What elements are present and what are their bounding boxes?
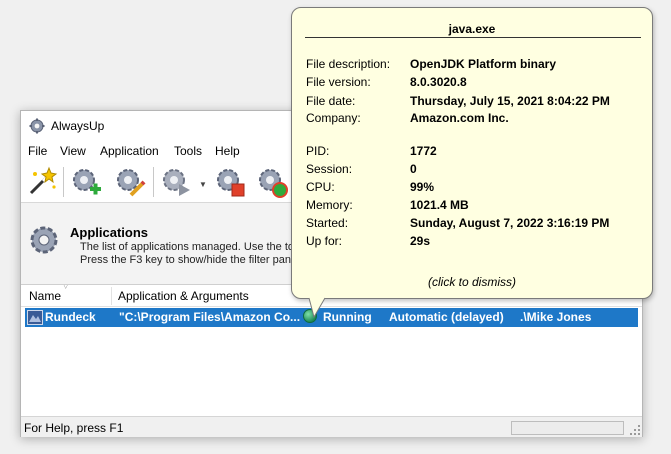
sort-indicator-icon: ▽ (63, 285, 69, 290)
status-text: For Help, press F1 (24, 421, 124, 435)
tooltip-value: 1021.4 MB (410, 198, 469, 212)
tooltip-value: Amazon.com Inc. (410, 111, 509, 125)
tooltip-label: File date: (306, 94, 356, 108)
alwaysup-gear-icon (29, 118, 45, 134)
menu-help[interactable]: Help (215, 143, 240, 159)
banner-description-line: The list of applications managed. Use th… (80, 241, 301, 253)
status-bar: For Help, press F1 (21, 416, 642, 437)
toolbar-separator (63, 167, 64, 197)
stop-application-icon[interactable] (213, 165, 247, 199)
menu-tools[interactable]: Tools (174, 143, 202, 159)
tooltip-value: 99% (410, 180, 435, 194)
edit-application-icon[interactable] (113, 165, 147, 199)
tooltip-value: OpenJDK Platform binary (410, 57, 557, 71)
tooltip-value: Thursday, July 15, 2021 8:04:22 PM (410, 94, 610, 108)
add-application-icon[interactable] (69, 165, 103, 199)
tooltip-label: Up for: (306, 234, 343, 248)
banner-title: Applications (70, 225, 149, 240)
menu-application[interactable]: Application (100, 143, 159, 159)
application-row-icon (27, 310, 43, 325)
banner-description-line: Press the F3 key to show/hide the filter… (80, 254, 298, 266)
start-dropdown-icon[interactable]: ▼ (199, 180, 207, 189)
row-account: .\Mike Jones (520, 310, 592, 324)
tooltip-label: Memory: (306, 198, 353, 212)
wizard-icon[interactable] (25, 165, 59, 199)
menu-view[interactable]: View (60, 143, 86, 159)
resize-grip-icon[interactable] (630, 425, 640, 435)
tooltip-value: Sunday, August 7, 2022 3:16:19 PM (410, 216, 610, 230)
status-pane (511, 421, 624, 435)
tooltip-label: Session: (306, 162, 353, 176)
tooltip-value: 8.0.3020.8 (410, 75, 467, 89)
column-header-name[interactable]: Name (29, 289, 61, 303)
row-status: Running (323, 310, 372, 324)
tooltip-dismiss-hint[interactable]: (click to dismiss) (292, 275, 652, 289)
tooltip-label: CPU: (306, 180, 335, 194)
applications-gear-icon (30, 226, 58, 254)
toolbar-separator (153, 167, 154, 197)
table-row[interactable]: Rundeck "C:\Program Files\Amazon Co... R… (25, 308, 638, 327)
column-separator[interactable] (111, 287, 112, 305)
tooltip-value: 1772 (410, 144, 437, 158)
row-name: Rundeck (45, 310, 96, 324)
row-startup: Automatic (delayed) (389, 310, 504, 324)
menu-file[interactable]: File (28, 143, 47, 159)
window-title: AlwaysUp (51, 119, 105, 133)
banner-description: The list of applications managed. Use th… (80, 241, 300, 267)
tooltip-tail (308, 297, 326, 319)
tooltip-title: java.exe (448, 22, 496, 36)
tooltip-divider (305, 37, 641, 38)
process-info-tooltip[interactable]: java.exe File description: OpenJDK Platf… (291, 7, 653, 299)
tooltip-label: File version: (306, 75, 371, 89)
tooltip-label: Started: (306, 216, 349, 230)
tooltip-value: 29s (410, 234, 431, 248)
tooltip-label: File description: (306, 57, 391, 71)
tooltip-value: 0 (410, 162, 417, 176)
applications-grid: ▽ Name Application & Arguments Rundeck "… (21, 285, 642, 411)
tooltip-label: PID: (306, 144, 330, 158)
restart-application-icon[interactable] (255, 165, 289, 199)
column-header-app-args[interactable]: Application & Arguments (118, 289, 249, 303)
row-app-args: "C:\Program Files\Amazon Co... (119, 310, 301, 324)
start-application-icon[interactable] (159, 165, 193, 199)
tooltip-label: Company: (306, 111, 361, 125)
